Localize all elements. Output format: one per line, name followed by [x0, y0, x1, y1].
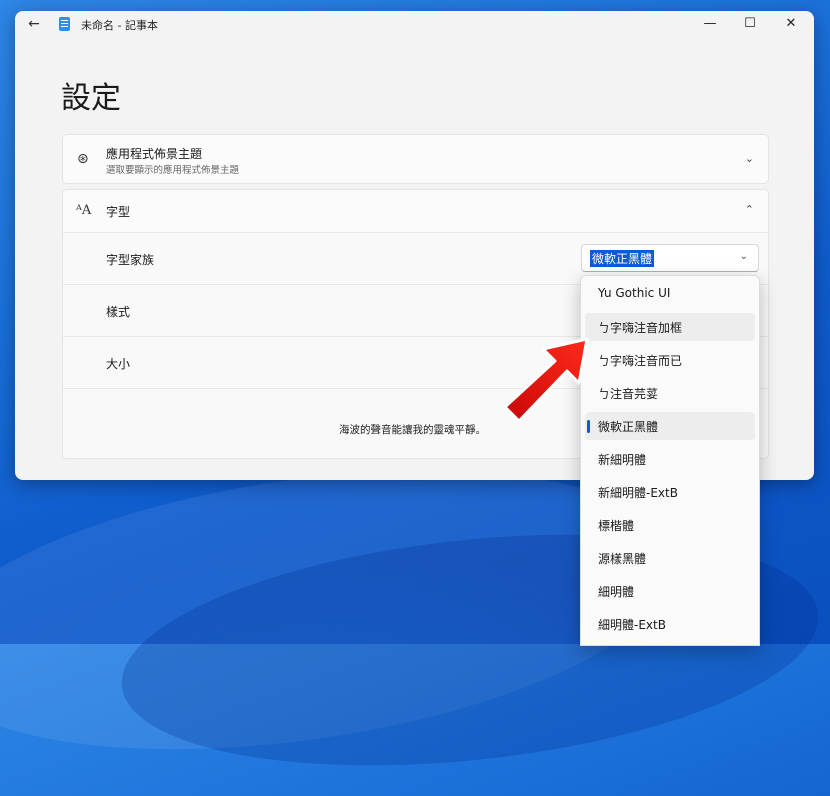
font-icon: ᴬA [76, 203, 92, 218]
font-style-label: 樣式 [106, 305, 131, 319]
red-pointer-arrow-icon [503, 337, 589, 423]
theme-title: 應用程式佈景主題 [106, 147, 203, 161]
page-title: 設定 [61, 81, 121, 116]
notepad-app-icon [59, 17, 70, 31]
font-family-select[interactable]: 微軟正黑體 ⌄ [581, 244, 759, 272]
font-size-label: 大小 [106, 357, 131, 371]
font-family-value: 微軟正黑體 [590, 250, 655, 267]
maximize-button[interactable]: ☐ [731, 11, 769, 37]
font-sample-text: 海波的聲音能讓我的靈魂平靜。 [339, 424, 486, 436]
minimize-icon: — [703, 16, 717, 31]
font-card-title: 字型 [106, 205, 131, 219]
palette-icon: ⊛ [77, 151, 89, 167]
font-option[interactable]: 源樣黑體 [585, 544, 755, 572]
title-bar: ← 未命名 - 記事本 — ☐ ✕ [15, 11, 814, 37]
font-option[interactable]: Yu Gothic UI [585, 280, 755, 308]
font-option[interactable]: 新細明體-ExtB [585, 478, 755, 506]
chevron-up-icon[interactable]: ⌃ [745, 203, 754, 216]
theme-card[interactable]: ⊛ 應用程式佈景主題 選取要顯示的應用程式佈景主題 ⌄ [62, 134, 769, 184]
back-arrow-icon[interactable]: ← [25, 15, 43, 33]
chevron-down-icon[interactable]: ⌄ [745, 152, 754, 165]
close-button[interactable]: ✕ [772, 11, 810, 37]
window-title: 未命名 - 記事本 [81, 19, 158, 32]
chevron-down-icon: ⌄ [739, 251, 748, 262]
font-option[interactable]: 新細明體 [585, 445, 755, 473]
close-icon: ✕ [785, 16, 797, 31]
minimize-button[interactable]: — [691, 11, 729, 37]
font-option[interactable]: 細明體-ExtB [585, 610, 755, 638]
font-option[interactable]: 標楷體 [585, 511, 755, 539]
maximize-icon: ☐ [744, 16, 756, 31]
theme-subtitle: 選取要顯示的應用程式佈景主題 [106, 165, 240, 176]
font-family-label: 字型家族 [106, 253, 155, 267]
font-option[interactable]: 細明體 [585, 577, 755, 605]
